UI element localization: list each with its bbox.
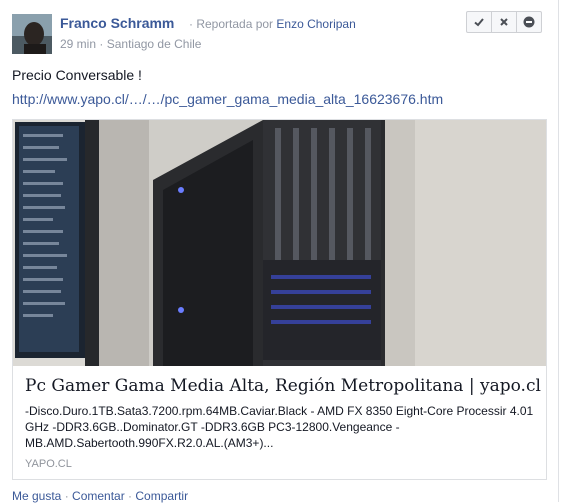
link-preview-image[interactable] (13, 120, 546, 366)
reporter-name[interactable]: Enzo Choripan (276, 17, 355, 31)
approve-button[interactable] (466, 11, 492, 33)
post-link[interactable]: http://www.yapo.cl/…/…/pc_gamer_gama_med… (12, 91, 443, 107)
post-time[interactable]: 29 min (60, 37, 96, 51)
block-button[interactable] (516, 11, 542, 33)
reported-by-text: · Reportada por Enzo Choripan (189, 17, 356, 31)
post-meta: 29 min · Santiago de Chile (60, 37, 201, 51)
link-preview-description: -Disco.Duro.1TB.Sata3.7200.rpm.64MB.Cavi… (25, 404, 534, 450)
link-preview-source: YAPO.CL (25, 458, 72, 470)
feed-post: Franco Schramm · Reportada por Enzo Chor… (0, 0, 559, 503)
like-link[interactable]: Me gusta (12, 489, 61, 503)
close-icon (500, 18, 508, 26)
meta-separator: · (99, 37, 107, 51)
footer-separator: · (61, 489, 73, 503)
remove-button[interactable] (491, 11, 517, 33)
moderation-actions (466, 11, 548, 35)
footer-separator: · (124, 489, 136, 503)
share-link[interactable]: Compartir (135, 489, 188, 503)
comment-link[interactable]: Comentar (72, 489, 125, 503)
author-name[interactable]: Franco Schramm (60, 15, 174, 31)
post-message: Precio Conversable ! (12, 67, 142, 83)
post-footer: Me gusta · Comentar · Compartir (12, 489, 188, 503)
reported-prefix: · Reportada por (189, 17, 277, 31)
minus-circle-icon (523, 16, 535, 28)
link-preview-title[interactable]: Pc Gamer Gama Media Alta, Región Metropo… (25, 376, 541, 396)
avatar[interactable] (12, 14, 52, 54)
post-location[interactable]: Santiago de Chile (107, 37, 202, 51)
link-preview-card[interactable]: Pc Gamer Gama Media Alta, Región Metropo… (12, 119, 547, 480)
check-icon (474, 18, 484, 27)
